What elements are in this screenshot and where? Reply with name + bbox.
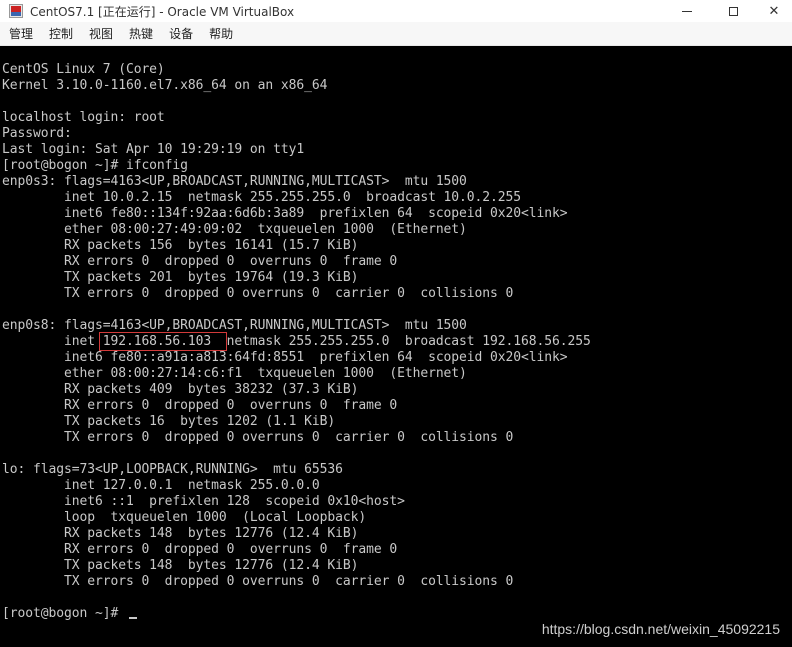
console-line: TX packets 16 bytes 1202 (1.1 KiB) xyxy=(2,414,336,429)
console-prompt: [root@bogon ~]# xyxy=(2,606,119,621)
console-line: Kernel 3.10.0-1160.el7.x86_64 on an x86_… xyxy=(2,78,328,93)
minimize-button[interactable] xyxy=(664,0,710,22)
console-line: inet6 fe80::134f:92aa:6d6b:3a89 prefixle… xyxy=(2,206,568,221)
close-button[interactable]: ✕ xyxy=(756,0,792,22)
console-line: Last login: Sat Apr 10 19:29:19 on tty1 xyxy=(2,142,305,157)
console-line: TX errors 0 dropped 0 overruns 0 carrier… xyxy=(2,574,514,589)
console-line: RX packets 148 bytes 12776 (12.4 KiB) xyxy=(2,526,359,541)
menu-item-manage[interactable]: 管理 xyxy=(0,22,41,46)
console-line: inet6 fe80::a91a:a813:64fd:8551 prefixle… xyxy=(2,350,568,365)
console-line: inet6 ::1 prefixlen 128 scopeid 0x10<hos… xyxy=(2,494,405,509)
console-line: ether 08:00:27:14:c6:f1 txqueuelen 1000 … xyxy=(2,366,467,381)
minimize-icon xyxy=(682,10,692,12)
vm-console-screen[interactable]: CentOS Linux 7 (Core) Kernel 3.10.0-1160… xyxy=(0,46,792,647)
console-line: inet 192.168.56.103 netmask 255.255.255.… xyxy=(2,334,591,349)
console-line: RX errors 0 dropped 0 overruns 0 frame 0 xyxy=(2,398,398,413)
console-line: [root@bogon ~]# ifconfig xyxy=(2,158,188,173)
menu-bar: 管理 控制 视图 热键 设备 帮助 xyxy=(0,22,792,46)
text-cursor xyxy=(129,617,137,619)
close-icon: ✕ xyxy=(768,3,780,19)
window-title-bar: CentOS7.1 [正在运行] - Oracle VM VirtualBox … xyxy=(0,0,792,22)
window-title: CentOS7.1 [正在运行] - Oracle VM VirtualBox xyxy=(30,4,295,19)
console-line: enp0s3: flags=4163<UP,BROADCAST,RUNNING,… xyxy=(2,174,467,189)
maximize-button[interactable] xyxy=(710,0,756,22)
menu-item-view[interactable]: 视图 xyxy=(81,22,121,46)
console-line: TX errors 0 dropped 0 overruns 0 carrier… xyxy=(2,286,514,301)
watermark: https://blog.csdn.net/weixin_45092215 xyxy=(541,621,780,637)
console-line: localhost login: root xyxy=(2,110,165,125)
menu-item-control[interactable]: 控制 xyxy=(41,22,81,46)
console-line: RX errors 0 dropped 0 overruns 0 frame 0 xyxy=(2,254,398,269)
console-line: ether 08:00:27:49:09:02 txqueuelen 1000 … xyxy=(2,222,467,237)
virtualbox-app-icon xyxy=(9,4,23,18)
console-line: inet 127.0.0.1 netmask 255.0.0.0 xyxy=(2,478,320,493)
console-line: TX packets 148 bytes 12776 (12.4 KiB) xyxy=(2,558,359,573)
console-line: loop txqueuelen 1000 (Local Loopback) xyxy=(2,510,367,525)
console-line: Password: xyxy=(2,126,72,141)
console-line: lo: flags=73<UP,LOOPBACK,RUNNING> mtu 65… xyxy=(2,462,343,477)
menu-item-hotkeys[interactable]: 热键 xyxy=(121,22,161,46)
console-line: CentOS Linux 7 (Core) xyxy=(2,62,165,77)
console-line: RX packets 409 bytes 38232 (37.3 KiB) xyxy=(2,382,359,397)
console-line: RX packets 156 bytes 16141 (15.7 KiB) xyxy=(2,238,359,253)
menu-item-help[interactable]: 帮助 xyxy=(201,22,241,46)
console-line: RX errors 0 dropped 0 overruns 0 frame 0 xyxy=(2,542,398,557)
maximize-icon xyxy=(728,6,738,16)
console-line: TX packets 201 bytes 19764 (19.3 KiB) xyxy=(2,270,359,285)
console-line: inet 10.0.2.15 netmask 255.255.255.0 bro… xyxy=(2,190,522,205)
console-line: enp0s8: flags=4163<UP,BROADCAST,RUNNING,… xyxy=(2,318,467,333)
menu-item-devices[interactable]: 设备 xyxy=(161,22,201,46)
console-line: TX errors 0 dropped 0 overruns 0 carrier… xyxy=(2,430,514,445)
ip-highlight-box xyxy=(99,332,227,351)
